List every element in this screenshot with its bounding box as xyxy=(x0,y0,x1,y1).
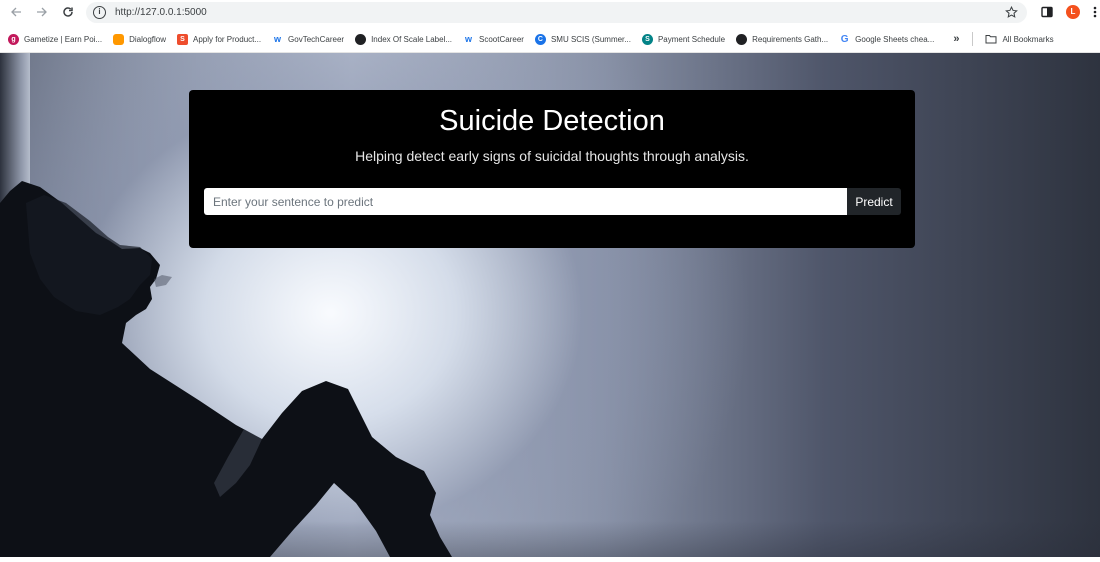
predict-button[interactable]: Predict xyxy=(847,188,901,215)
address-bar-url: http://127.0.0.1:5000 xyxy=(115,7,207,18)
back-arrow-icon[interactable] xyxy=(7,3,25,21)
site-info-icon[interactable]: i xyxy=(93,6,106,19)
bookmarks-divider xyxy=(972,32,974,46)
google-icon: G xyxy=(840,33,849,45)
bookmark-google-sheets[interactable]: G Google Sheets chea... xyxy=(835,29,938,49)
prediction-card: Suicide Detection Helping detect early s… xyxy=(189,90,915,248)
bookmark-label: Requirements Gath... xyxy=(752,34,829,44)
globe-icon xyxy=(736,33,748,45)
bookmark-smu-scis[interactable]: C SMU SCIS (Summer... xyxy=(531,29,635,49)
profile-avatar[interactable]: L xyxy=(1064,3,1082,21)
bookmark-scootcareer[interactable]: w ScootCareer xyxy=(459,29,528,49)
shopee-icon: S xyxy=(177,33,189,45)
address-bar[interactable]: i http://127.0.0.1:5000 xyxy=(86,2,1027,23)
page-title: Suicide Detection xyxy=(439,105,665,137)
bookmark-label: Apply for Product... xyxy=(193,34,262,44)
bookmarks-bar: g Gametize | Earn Poi... Dialogflow S Ap… xyxy=(0,26,1100,53)
bookmark-index-of-scale[interactable]: Index Of Scale Label... xyxy=(351,29,456,49)
bookmark-gametize[interactable]: g Gametize | Earn Poi... xyxy=(4,29,106,49)
workday-icon: w xyxy=(274,34,282,44)
sentence-input[interactable] xyxy=(204,188,847,215)
sharepoint-icon: S xyxy=(641,33,653,45)
bookmark-label: GovTechCareer xyxy=(288,34,345,44)
page-subtitle: Helping detect early signs of suicidal t… xyxy=(355,148,749,164)
bookmark-label: Google Sheets chea... xyxy=(855,34,935,44)
smu-icon: C xyxy=(534,33,546,45)
side-panel-icon[interactable] xyxy=(1038,3,1056,21)
workday-icon: w xyxy=(465,34,473,44)
bookmark-govtechcareer[interactable]: w GovTechCareer xyxy=(268,29,348,49)
bookmark-label: SMU SCIS (Summer... xyxy=(550,34,631,44)
browser-menu-icon[interactable] xyxy=(1090,3,1100,21)
bookmark-payment-schedule[interactable]: S Payment Schedule xyxy=(638,29,729,49)
folder-icon xyxy=(985,34,997,44)
bookmark-apply-product[interactable]: S Apply for Product... xyxy=(173,29,265,49)
forward-arrow-icon[interactable] xyxy=(33,3,51,21)
bookmark-star-icon[interactable] xyxy=(1002,3,1020,21)
bookmark-label: All Bookmarks xyxy=(1002,34,1054,44)
page-background: Suicide Detection Helping detect early s… xyxy=(0,53,1100,557)
bookmark-label: Payment Schedule xyxy=(657,34,726,44)
gametize-icon: g xyxy=(8,33,19,45)
bookmarks-overflow-button[interactable]: » xyxy=(949,29,963,49)
bookmark-requirements[interactable]: Requirements Gath... xyxy=(732,29,832,49)
bookmark-label: ScootCareer xyxy=(479,34,524,44)
prediction-form: Predict xyxy=(204,188,901,215)
globe-icon xyxy=(355,33,367,45)
bookmark-label: Dialogflow xyxy=(129,34,167,44)
bookmark-label: Gametize | Earn Poi... xyxy=(24,34,103,44)
all-bookmarks-folder[interactable]: All Bookmarks xyxy=(981,29,1057,49)
reload-icon[interactable] xyxy=(59,3,77,21)
dialogflow-icon xyxy=(113,33,125,45)
browser-toolbar: i http://127.0.0.1:5000 L xyxy=(0,0,1100,26)
bookmark-label: Index Of Scale Label... xyxy=(371,34,453,44)
bookmark-dialogflow[interactable]: Dialogflow xyxy=(109,29,170,49)
